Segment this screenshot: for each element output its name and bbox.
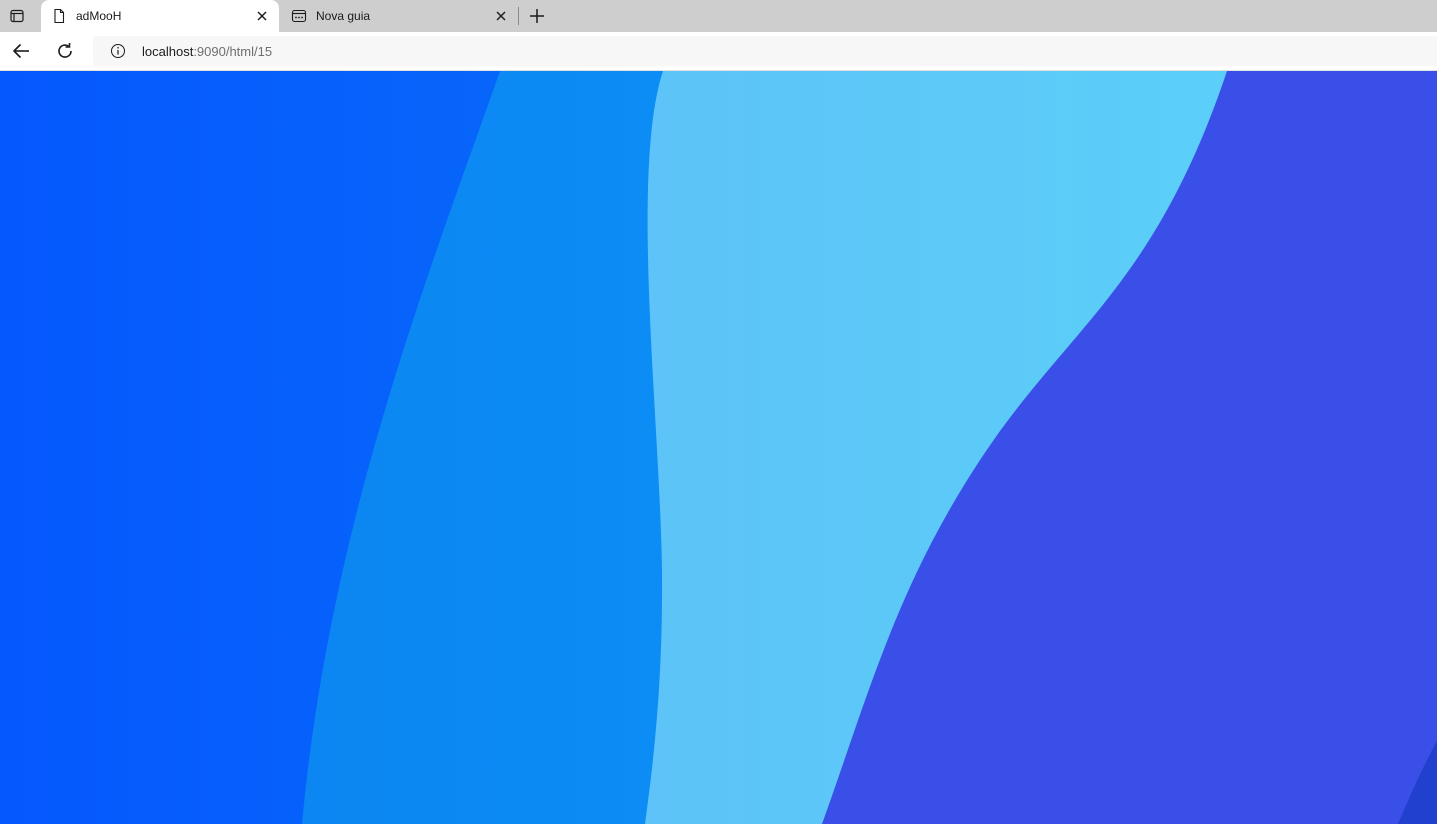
tab-nova-guia[interactable]: Nova guia [281,0,518,32]
newtab-page-icon [291,9,307,23]
url-host: localhost [142,44,194,59]
wave-background [0,71,1437,824]
tab-actions-icon [10,9,24,23]
page-content [0,71,1437,824]
browser-window: adMooH Nova guia localhost:9090/html/15 [0,0,1437,824]
back-arrow-icon[interactable] [11,41,31,61]
url-text: localhost:9090/html/15 [142,44,272,59]
close-tab-icon[interactable] [254,8,270,24]
tab-title: adMooH [76,9,122,23]
tab-strip: adMooH Nova guia [0,0,1437,32]
url-path: :9090/html/15 [193,44,273,59]
tab-title: Nova guia [316,9,371,23]
close-tab-icon[interactable] [493,8,509,24]
refresh-icon[interactable] [55,41,75,61]
new-tab-plus-icon[interactable] [527,6,547,26]
page-icon [54,8,65,24]
tab-actions-button[interactable] [0,0,34,32]
tab-divider [518,7,519,25]
address-bar[interactable]: localhost:9090/html/15 [93,36,1437,66]
toolbar: localhost:9090/html/15 [0,32,1437,71]
info-icon[interactable] [110,43,126,59]
tab-admooh[interactable]: adMooH [41,0,279,32]
